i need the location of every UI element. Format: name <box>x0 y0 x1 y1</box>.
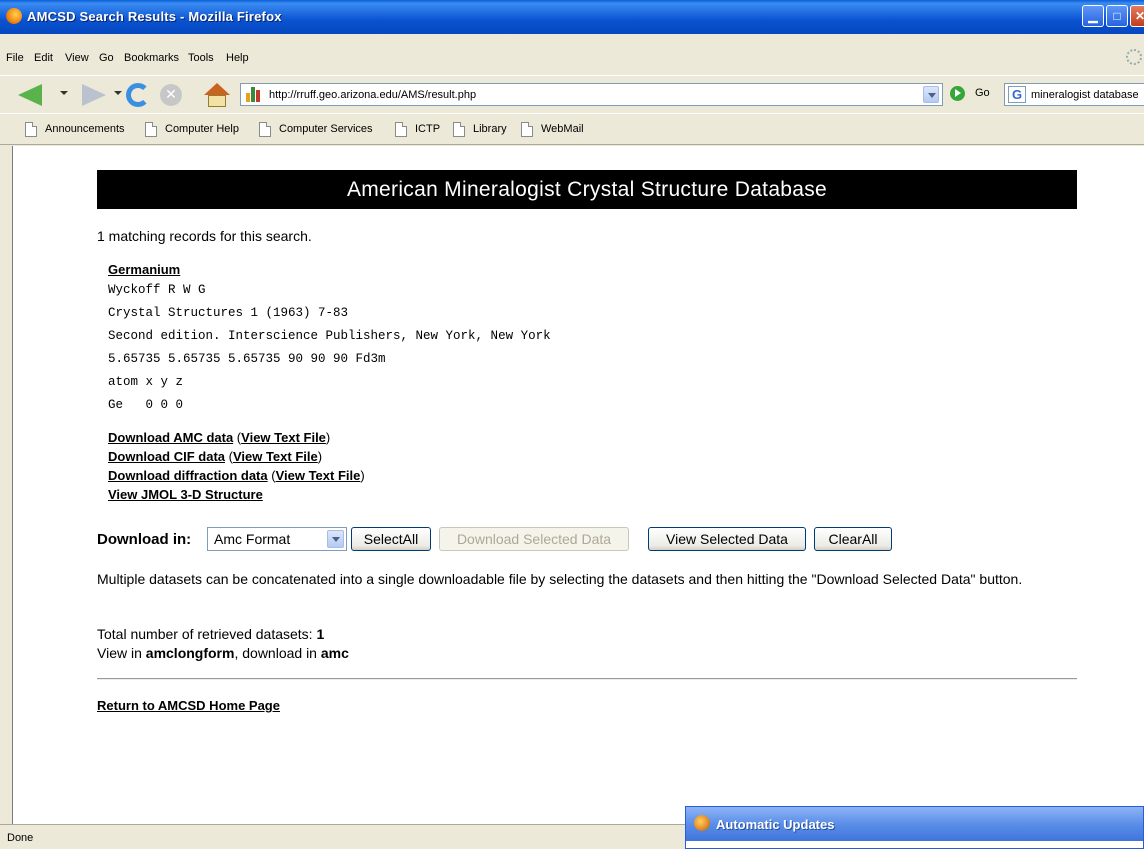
minimize-button[interactable]: ▁ <box>1082 5 1104 27</box>
view-jmol-link[interactable]: View JMOL 3-D Structure <box>108 487 263 502</box>
address-bar[interactable] <box>240 83 943 106</box>
url-history-dropdown[interactable] <box>923 86 939 103</box>
return-section: Return to AMCSD Home Page <box>97 698 280 713</box>
status-text: Done <box>7 832 34 844</box>
close-button[interactable]: ✕ <box>1130 5 1144 27</box>
window-title: AMCSD Search Results - Mozilla Firefox <box>27 9 282 24</box>
total-label: Total number of retrieved datasets: <box>97 626 313 642</box>
download-diffraction-link[interactable]: Download diffraction data <box>108 468 268 483</box>
search-input[interactable] <box>1031 87 1144 103</box>
menu-bar: File Edit View Go Bookmarks Tools Help <box>0 34 1144 75</box>
google-search-engine-icon[interactable]: G <box>1008 86 1026 103</box>
download-selected-button[interactable]: Download Selected Data <box>439 527 629 551</box>
home-button[interactable] <box>204 83 230 107</box>
search-box[interactable]: G <box>1004 83 1144 106</box>
format-select-value: Amc Format <box>214 531 291 547</box>
site-favicon-icon <box>246 87 264 102</box>
view-selected-button[interactable]: View Selected Data <box>648 527 806 551</box>
record-entry: Germanium Wyckoff R W G Crystal Structur… <box>108 262 551 417</box>
download-in-label: Download in: <box>97 531 192 548</box>
clear-all-button[interactable]: ClearAll <box>814 527 892 551</box>
record-atom-row: Ge 0 0 0 <box>108 398 184 412</box>
navigation-toolbar: ✕ Go G <box>0 75 1144 113</box>
multiple-datasets-note: Multiple datasets can be concatenated in… <box>97 571 1023 587</box>
maximize-button[interactable]: □ <box>1106 5 1128 27</box>
close-icon: ✕ <box>1134 9 1144 23</box>
menu-bookmarks[interactable]: Bookmarks <box>124 52 179 64</box>
total-value: 1 <box>316 626 325 642</box>
back-history-dropdown[interactable] <box>60 91 68 95</box>
record-cell-parameters: 5.65735 5.65735 5.65735 90 90 90 Fd3m <box>108 352 386 366</box>
view-in-value: amclongform <box>145 645 235 661</box>
menu-help[interactable]: Help <box>226 52 249 64</box>
format-select[interactable]: Amc Format <box>207 527 347 551</box>
download-amc-link[interactable]: Download AMC data <box>108 430 233 445</box>
download-in-text: , download in <box>234 645 317 661</box>
menu-file[interactable]: File <box>6 52 24 64</box>
record-atom-header: atom x y z <box>108 375 184 389</box>
forward-history-dropdown[interactable] <box>114 91 122 95</box>
back-button[interactable] <box>18 84 42 106</box>
view-diffraction-text-link[interactable]: View Text File <box>276 468 361 483</box>
record-edition: Second edition. Interscience Publishers,… <box>108 329 551 343</box>
windows-update-icon <box>694 815 710 831</box>
page-icon <box>25 122 37 137</box>
maximize-icon: □ <box>1113 9 1121 23</box>
page-icon <box>521 122 533 137</box>
minimize-icon: ▁ <box>1088 9 1098 23</box>
page-icon <box>145 122 157 137</box>
page-content: American Mineralogist Crystal Structure … <box>12 146 1144 824</box>
stop-button[interactable]: ✕ <box>160 84 182 106</box>
automatic-updates-popup[interactable]: Automatic Updates <box>685 806 1144 849</box>
menu-tools[interactable]: Tools <box>188 52 214 64</box>
chevron-down-icon[interactable] <box>327 530 344 548</box>
page-icon <box>395 122 407 137</box>
go-icon <box>950 86 965 101</box>
select-all-button[interactable]: SelectAll <box>351 527 431 551</box>
record-author: Wyckoff R W G <box>108 283 206 297</box>
matching-records-text: 1 matching records for this search. <box>97 228 312 244</box>
bookmarks-toolbar: Announcements Computer Help Computer Ser… <box>0 113 1144 145</box>
url-input[interactable] <box>269 87 909 103</box>
menu-edit[interactable]: Edit <box>34 52 53 64</box>
page-icon <box>259 122 271 137</box>
throbber-icon <box>1126 49 1142 65</box>
automatic-updates-title-bar[interactable]: Automatic Updates <box>686 807 1143 841</box>
reload-button[interactable] <box>126 83 150 107</box>
view-in-label: View in <box>97 645 142 661</box>
record-links: Download AMC data (View Text File) Downl… <box>108 430 365 502</box>
download-in-value: amc <box>320 645 349 661</box>
menu-view[interactable]: View <box>65 52 89 64</box>
view-amc-text-link[interactable]: View Text File <box>241 430 326 445</box>
download-cif-link[interactable]: Download CIF data <box>108 449 225 464</box>
home-icon <box>204 83 230 95</box>
view-cif-text-link[interactable]: View Text File <box>233 449 318 464</box>
window-title-bar[interactable]: AMCSD Search Results - Mozilla Firefox ▁… <box>0 0 1144 34</box>
database-banner: American Mineralogist Crystal Structure … <box>97 170 1077 209</box>
forward-button[interactable] <box>82 84 106 106</box>
page-icon <box>453 122 465 137</box>
automatic-updates-title: Automatic Updates <box>716 817 835 832</box>
firefox-icon <box>6 8 22 24</box>
record-reference: Crystal Structures 1 (1963) 7-83 <box>108 306 349 320</box>
divider <box>97 678 1077 680</box>
return-home-link[interactable]: Return to AMCSD Home Page <box>97 698 280 713</box>
totals-section: Total number of retrieved datasets: 1 Vi… <box>97 625 349 663</box>
mineral-name-link[interactable]: Germanium <box>108 262 551 277</box>
menu-go[interactable]: Go <box>99 52 114 64</box>
